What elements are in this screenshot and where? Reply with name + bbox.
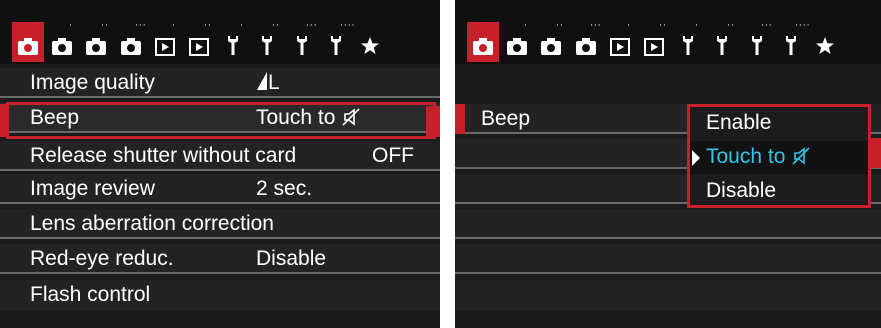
wrench-icon [749,34,765,56]
cursor-arrow-icon [692,150,700,166]
menu-item-label: Red-eye reduc. [30,247,174,270]
beep-options-popup: Enable Touch to Disable [687,104,871,208]
empty-row [455,280,881,310]
menu-item-image-quality[interactable]: Image quality L [0,68,440,98]
selection-marker-right [426,106,440,137]
menu-item-label: Lens aberration correction [30,212,274,235]
wrench-icon [680,34,696,56]
wrench-icon [783,34,799,56]
menu-item-value: L [256,69,280,97]
option-label: Enable [706,111,772,134]
option-disable[interactable]: Disable [690,175,868,208]
star-icon [815,36,835,56]
menu-tab-11[interactable] [356,24,384,60]
menu-tab-1[interactable] [12,22,44,62]
tab-page-indicator: · [69,21,73,31]
menu-tab-1[interactable] [467,22,499,62]
tab-page-indicator: ···· [795,21,811,31]
option-label: Touch to [706,143,811,171]
option-label: Disable [706,179,777,202]
menu-screen-left: · ·· ··· · ·· · ·· ··· ···· Image quality L Beep… [0,0,440,328]
tab-page-indicator: ·· [204,21,212,31]
option-enable[interactable]: Enable [690,107,868,140]
tab-page-indicator: ·· [556,21,564,31]
menu-tab-bar: · ·· ··· · ·· · ·· ··· ···· [455,0,881,64]
menu-tab-11[interactable] [811,24,839,60]
speaker-mute-icon [792,147,810,165]
camera-icon [85,36,107,56]
tab-page-indicator: · [695,21,699,31]
camera-icon [540,36,562,56]
wrench-icon [294,34,310,56]
menu-item-value: OFF [372,144,414,167]
star-icon [360,36,380,56]
wrench-icon [328,34,344,56]
tab-page-indicator: · [524,21,528,31]
menu-item-flash-control[interactable]: Flash control [0,280,440,310]
selection-frame [6,102,436,139]
tab-page-indicator: ···· [340,21,356,31]
camera-icon [51,36,73,56]
empty-row [455,244,881,274]
menu-tab-bar: · ·· ··· · ·· · ·· ··· ···· [0,0,440,64]
tab-page-indicator: · [627,21,631,31]
tab-page-indicator: ··· [306,21,318,31]
playback-icon [644,38,664,56]
playback-icon [610,38,630,56]
camera-icon [506,36,528,56]
menu-item-value: Disable [256,247,327,270]
menu-item-label: Flash control [30,283,151,306]
selection-marker-left [455,104,465,134]
menu-item-image-review[interactable]: Image review 2 sec. [0,174,440,204]
playback-icon [189,38,209,56]
menu-item-label: Release shutter without card [30,144,297,167]
menu-item-lens-aberration[interactable]: Lens aberration correction [0,209,440,239]
wrench-icon [225,34,241,56]
menu-screen-right: · ·· ··· · ·· · ·· ··· ···· Beep Enable Touch to… [455,0,881,328]
option-touch-to-mute[interactable]: Touch to [690,141,868,174]
tab-page-indicator: ··· [761,21,773,31]
empty-row [455,209,881,239]
tab-page-indicator: · [172,21,176,31]
quality-fine-icon [257,72,267,90]
tab-page-indicator: ··· [590,21,602,31]
menu-item-release-shutter[interactable]: Release shutter without card OFF [0,141,440,171]
camera-icon [120,36,142,56]
wrench-icon [259,34,275,56]
menu-item-red-eye[interactable]: Red-eye reduc. Disable [0,244,440,274]
tab-page-indicator: ·· [659,21,667,31]
menu-item-value: 2 sec. [256,177,313,200]
playback-icon [155,38,175,56]
selection-marker-right [869,138,881,168]
tab-page-indicator: ··· [135,21,147,31]
menu-item-label: Image quality [30,71,155,94]
tab-page-indicator: · [240,21,244,31]
tab-page-indicator: ·· [101,21,109,31]
camera-icon [575,36,597,56]
wrench-icon [714,34,730,56]
menu-item-label: Image review [30,177,155,200]
camera-icon [472,36,494,56]
camera-icon [17,36,39,56]
setting-label: Beep [481,107,531,130]
tab-page-indicator: ·· [727,21,735,31]
tab-page-indicator: ·· [272,21,280,31]
